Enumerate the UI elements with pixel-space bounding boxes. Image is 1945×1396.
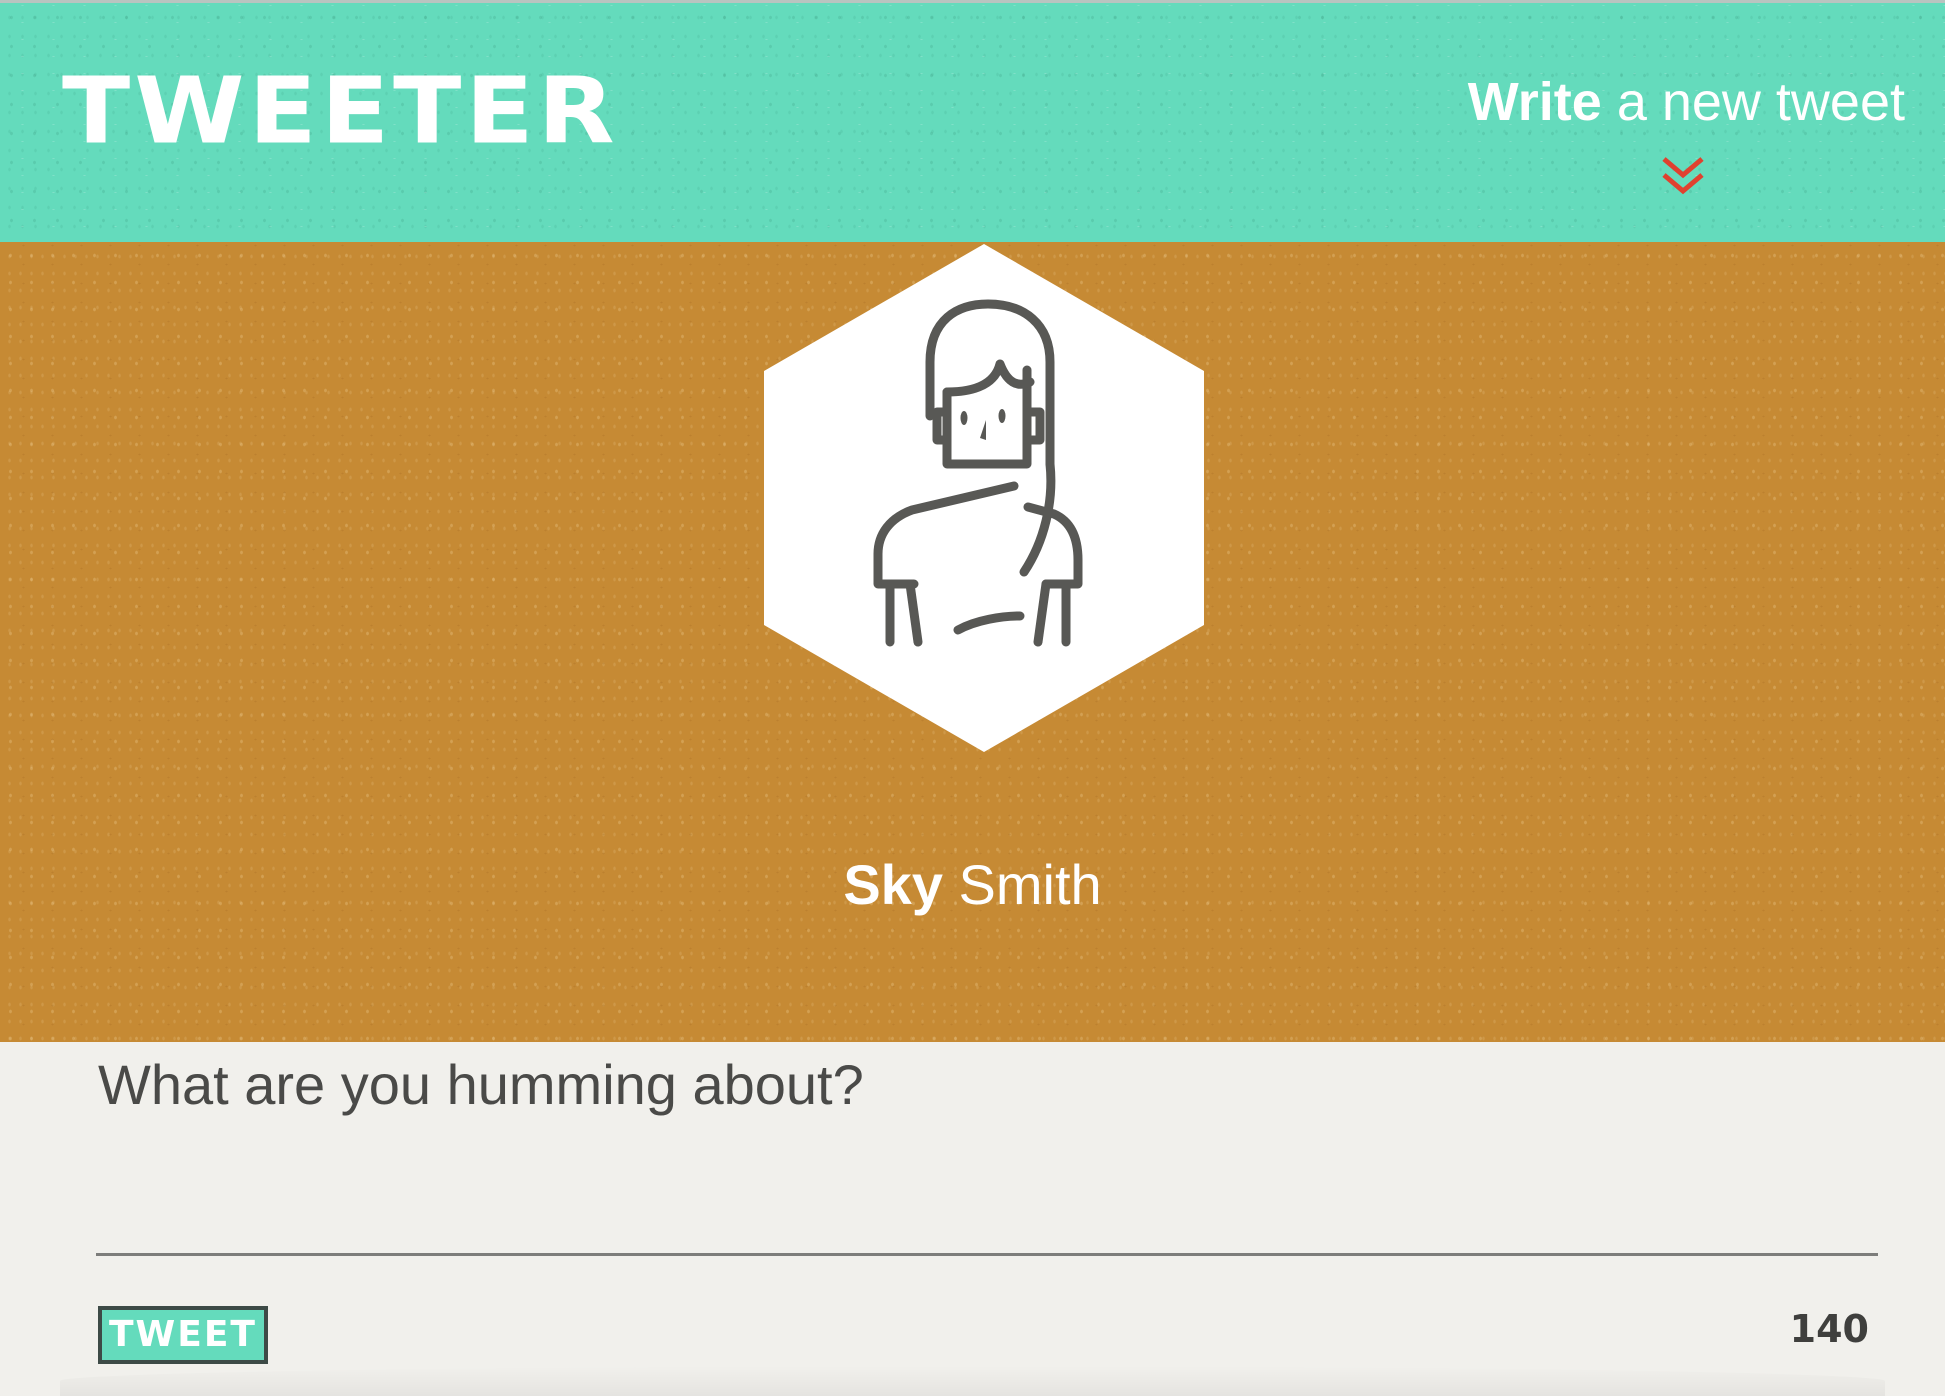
tweet-input[interactable] [96, 1042, 1878, 1256]
woman-avatar-icon [764, 244, 1204, 752]
write-link-rest: a new tweet [1601, 72, 1905, 132]
write-link-strong: Write [1467, 72, 1602, 132]
profile-last-name: Smith [942, 853, 1102, 916]
char-counter: 140 [1789, 1307, 1869, 1351]
write-new-tweet-link[interactable]: Write a new tweet [1468, 67, 1905, 137]
profile-first-name: Sky [843, 853, 943, 916]
app-header: TWEETER Write a new tweet [0, 0, 1945, 242]
tweet-composer [0, 1042, 1945, 1396]
tweet-button[interactable]: TWEET [98, 1306, 268, 1364]
profile-banner: Sky Smith [0, 242, 1945, 1042]
double-chevron-down-icon[interactable] [1656, 151, 1710, 205]
profile-name: Sky Smith [0, 850, 1945, 920]
brand-logo[interactable]: TWEETER [62, 65, 619, 157]
